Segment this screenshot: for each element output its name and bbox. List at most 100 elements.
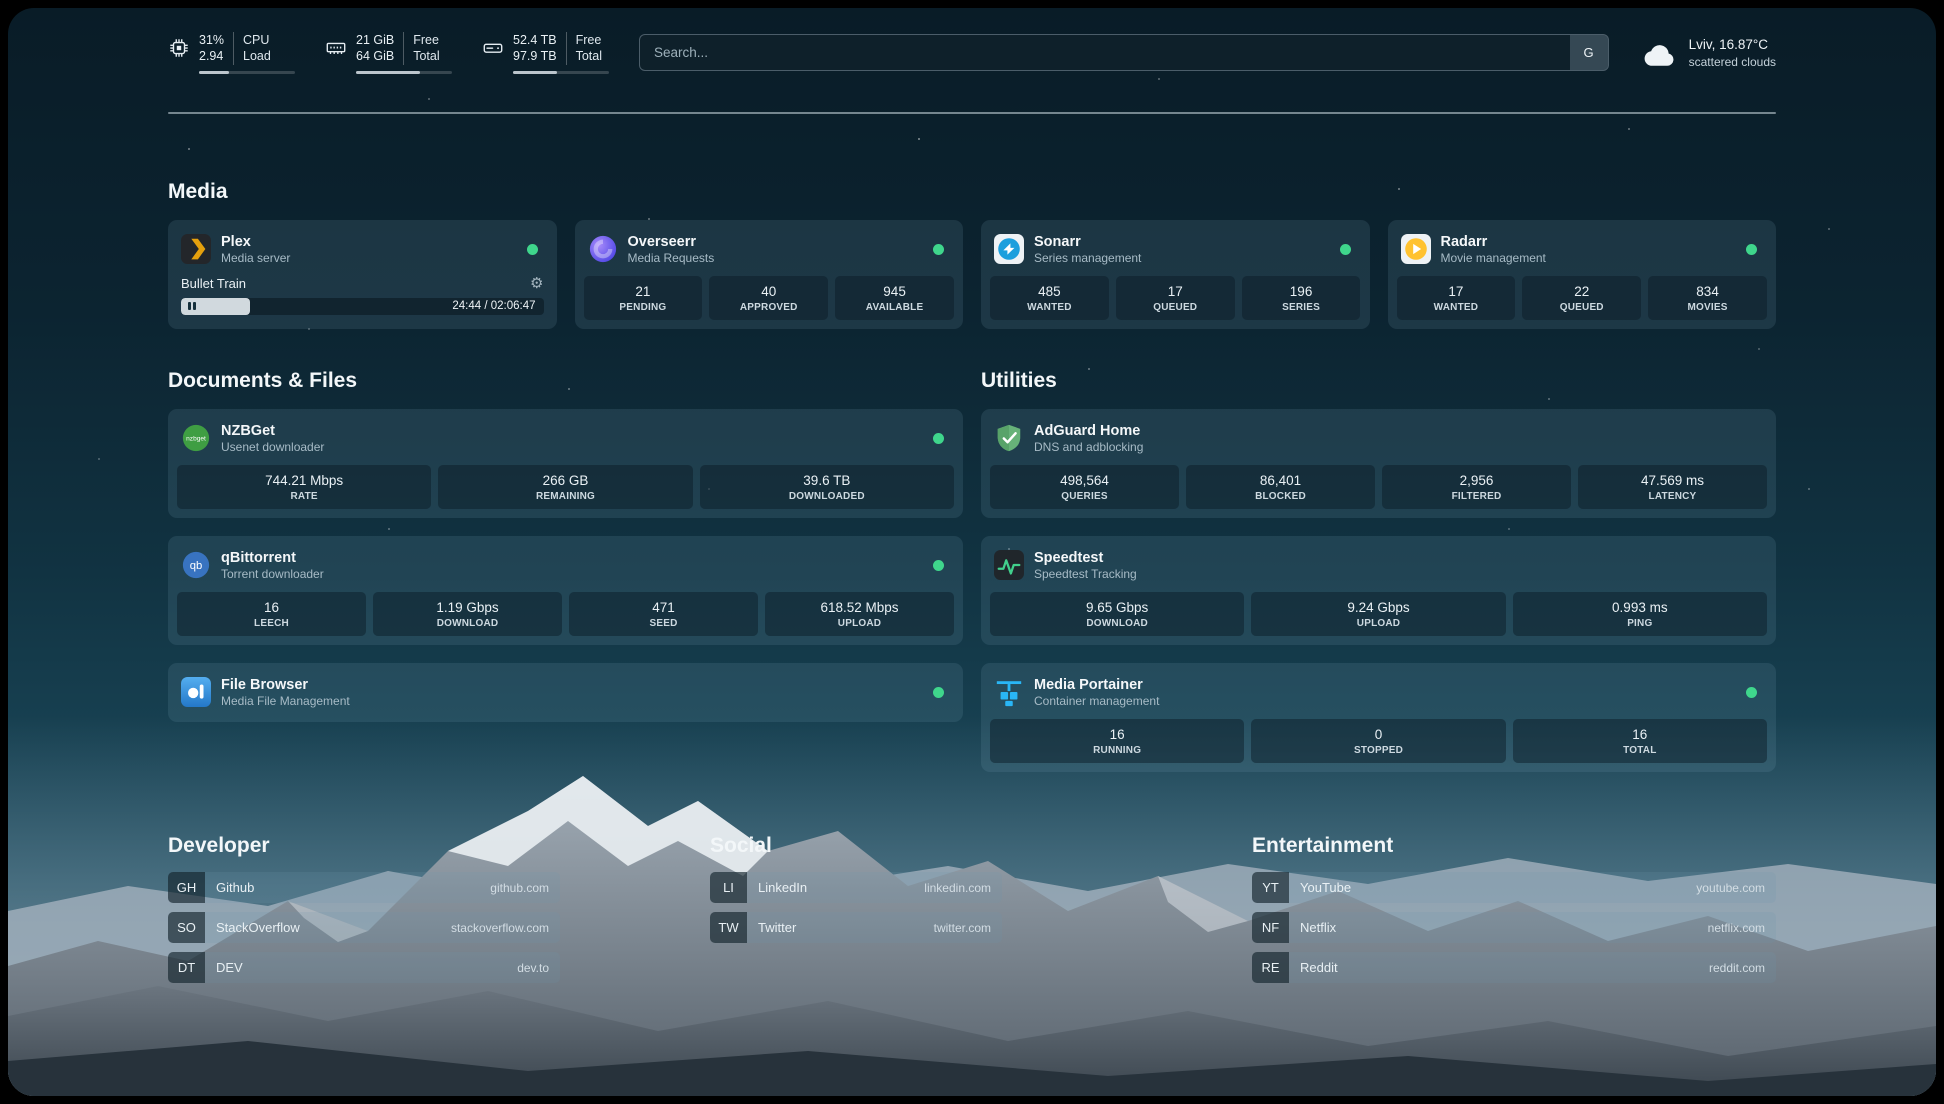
playback-progress-bar[interactable]: 24:44 / 02:06:47 xyxy=(181,298,544,315)
service-card-overseerr[interactable]: Overseerr Media Requests 21 PENDING 40 A… xyxy=(575,220,964,329)
memory-usage-fill xyxy=(356,71,420,74)
bookmark-reddit[interactable]: RE Reddit reddit.com xyxy=(1252,952,1776,983)
service-name[interactable]: File Browser xyxy=(221,676,350,694)
stat-label: MOVIES xyxy=(1652,302,1763,313)
stat-label: SEED xyxy=(573,618,754,629)
search-provider-button[interactable]: G xyxy=(1570,35,1608,70)
service-name[interactable]: Media Portainer xyxy=(1034,676,1159,694)
stat-value: 39.6 TB xyxy=(704,473,950,488)
bookmark-linkedin[interactable]: LI LinkedIn linkedin.com xyxy=(710,872,1002,903)
plex-now-playing: Bullet Train ⚙ 24:44 / 02:06:47 xyxy=(177,276,548,319)
stat-label: AVAILABLE xyxy=(839,302,950,313)
memory-icon xyxy=(325,37,347,59)
service-description: Container management xyxy=(1034,694,1159,709)
disk-labels: Free Total xyxy=(566,32,602,65)
bookmark-name: Reddit xyxy=(1289,960,1338,975)
service-card-radarr[interactable]: Radarr Movie management 17 WANTED 22 QUE… xyxy=(1388,220,1777,329)
stat-running: 16 RUNNING xyxy=(990,719,1244,763)
stat-value: 16 xyxy=(1517,727,1763,742)
service-card-adguard[interactable]: AdGuard Home DNS and adblocking 498,564 … xyxy=(981,409,1776,518)
service-name[interactable]: Speedtest xyxy=(1034,549,1137,567)
dashboard-window: 31% 2.94 CPU Load xyxy=(8,8,1936,1096)
weather-widget: Lviv, 16.87°C scattered clouds xyxy=(1639,36,1776,70)
bookmark-domain: netflix.com xyxy=(1708,921,1776,935)
service-name[interactable]: qBittorrent xyxy=(221,549,324,567)
stat-download: 9.65 Gbps DOWNLOAD xyxy=(990,592,1244,636)
weather-location: Lviv, 16.87°C xyxy=(1689,36,1776,54)
stat-label: RUNNING xyxy=(994,745,1240,756)
status-dot xyxy=(933,433,944,444)
service-description: Speedtest Tracking xyxy=(1034,567,1137,582)
disk-free: 52.4 TB xyxy=(513,32,557,48)
stat-value: 196 xyxy=(1246,284,1357,299)
stat-available: 945 AVAILABLE xyxy=(835,276,954,320)
stat-label: PENDING xyxy=(588,302,699,313)
search-input[interactable] xyxy=(640,35,1570,70)
service-card-qbittorrent[interactable]: qb qBittorrent Torrent downloader 16 LEE… xyxy=(168,536,963,645)
weather-condition: scattered clouds xyxy=(1689,54,1776,70)
bookmark-twitter[interactable]: TW Twitter twitter.com xyxy=(710,912,1002,943)
bookmark-dev[interactable]: DT DEV dev.to xyxy=(168,952,560,983)
memory-values: 21 GiB 64 GiB xyxy=(356,32,394,65)
stat-value: 9.24 Gbps xyxy=(1255,600,1501,615)
nzbget-icon: nzbget xyxy=(181,423,211,453)
bookmark-github[interactable]: GH Github github.com xyxy=(168,872,560,903)
bookmark-domain: linkedin.com xyxy=(924,881,1002,895)
stat-label: PING xyxy=(1517,618,1763,629)
stat-upload: 618.52 Mbps UPLOAD xyxy=(765,592,954,636)
service-card-portainer[interactable]: Media Portainer Container management 16 … xyxy=(981,663,1776,772)
bookmark-abbr: YT xyxy=(1252,872,1289,903)
stat-blocked: 86,401 BLOCKED xyxy=(1186,465,1375,509)
bookmark-domain: twitter.com xyxy=(934,921,1002,935)
bookmark-group-social: Social LI LinkedIn linkedin.com TW Twitt… xyxy=(710,834,1234,992)
cpu-widget: 31% 2.94 CPU Load xyxy=(168,32,295,74)
stat-value: 0.993 ms xyxy=(1517,600,1763,615)
stat-rate: 744.21 Mbps RATE xyxy=(177,465,431,509)
service-description: Series management xyxy=(1034,251,1141,266)
memory-labels: Free Total xyxy=(403,32,439,65)
disk-label-bottom: Total xyxy=(576,48,602,64)
media-card-grid: Plex Media server Bullet Train ⚙ 24:44 /… xyxy=(168,220,1776,329)
service-name[interactable]: NZBGet xyxy=(221,422,324,440)
stat-value: 945 xyxy=(839,284,950,299)
service-name[interactable]: AdGuard Home xyxy=(1034,422,1143,440)
service-name[interactable]: Plex xyxy=(221,233,290,251)
service-description: Media Requests xyxy=(628,251,715,266)
bookmark-abbr: GH xyxy=(168,872,205,903)
service-card-filebrowser[interactable]: File Browser Media File Management xyxy=(168,663,963,722)
gear-icon[interactable]: ⚙ xyxy=(530,276,543,291)
service-description: Torrent downloader xyxy=(221,567,324,582)
stat-value: 618.52 Mbps xyxy=(769,600,950,615)
bookmark-domain: github.com xyxy=(490,881,560,895)
service-card-speedtest[interactable]: Speedtest Speedtest Tracking 9.65 Gbps D… xyxy=(981,536,1776,645)
filebrowser-icon xyxy=(181,677,211,707)
bookmark-name: YouTube xyxy=(1289,880,1351,895)
bookmark-name: Twitter xyxy=(747,920,796,935)
bookmark-youtube[interactable]: YT YouTube youtube.com xyxy=(1252,872,1776,903)
service-name[interactable]: Overseerr xyxy=(628,233,715,251)
service-card-nzbget[interactable]: nzbget NZBGet Usenet downloader 744.21 M… xyxy=(168,409,963,518)
stat-label: TOTAL xyxy=(1517,745,1763,756)
service-description: Media server xyxy=(221,251,290,266)
service-card-sonarr[interactable]: Sonarr Series management 485 WANTED 17 Q… xyxy=(981,220,1370,329)
pause-icon[interactable] xyxy=(188,302,196,310)
service-name[interactable]: Sonarr xyxy=(1034,233,1141,251)
service-card-plex[interactable]: Plex Media server Bullet Train ⚙ 24:44 /… xyxy=(168,220,557,329)
bookmark-netflix[interactable]: NF Netflix netflix.com xyxy=(1252,912,1776,943)
stat-series: 196 SERIES xyxy=(1242,276,1361,320)
service-description: Usenet downloader xyxy=(221,440,324,455)
stat-value: 744.21 Mbps xyxy=(181,473,427,488)
dashboard-content: 31% 2.94 CPU Load xyxy=(8,8,1936,1096)
bookmark-group-entertainment: Entertainment YT YouTube youtube.com NF … xyxy=(1252,834,1776,992)
now-playing-title: Bullet Train xyxy=(181,276,246,291)
bookmark-domain: youtube.com xyxy=(1696,881,1776,895)
bookmark-name: LinkedIn xyxy=(747,880,807,895)
stat-value: 498,564 xyxy=(994,473,1175,488)
plex-icon xyxy=(181,234,211,264)
stat-label: DOWNLOADED xyxy=(704,491,950,502)
stat-total: 16 TOTAL xyxy=(1513,719,1767,763)
service-name[interactable]: Radarr xyxy=(1441,233,1546,251)
bookmark-stackoverflow[interactable]: SO StackOverflow stackoverflow.com xyxy=(168,912,560,943)
documents-column: nzbget NZBGet Usenet downloader 744.21 M… xyxy=(168,409,963,722)
bookmark-abbr: DT xyxy=(168,952,205,983)
